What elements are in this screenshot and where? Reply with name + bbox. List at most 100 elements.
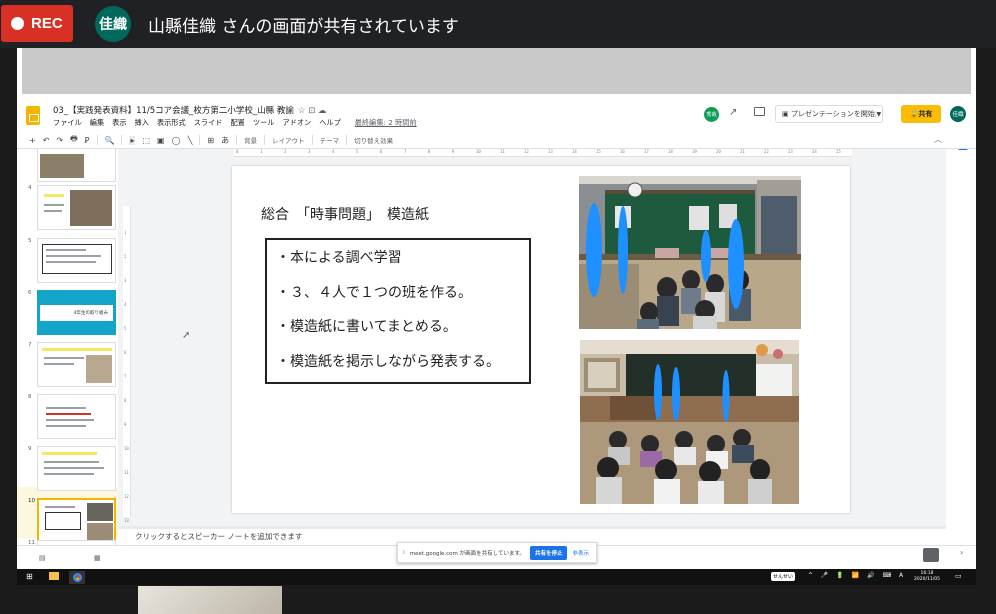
account-avatar[interactable]: 佳織: [950, 106, 966, 122]
ruler-tick: 5: [124, 326, 127, 331]
ruler-tick: 8: [428, 149, 431, 154]
slide-thumbnail[interactable]: 4年生の取り組み: [37, 290, 116, 335]
slide-thumbnail[interactable]: [37, 238, 116, 283]
bullet-item: ・本による調べ学習: [276, 250, 402, 266]
select-cursor-icon[interactable]: ▸: [129, 135, 136, 145]
windows-start-icon[interactable]: ⊞: [26, 572, 33, 581]
ruler-tick: 4: [332, 149, 335, 154]
background-button[interactable]: 背景: [244, 135, 257, 145]
hide-banner-button[interactable]: 非表示: [572, 549, 589, 557]
menu-format[interactable]: 表示形式: [157, 118, 186, 128]
censor-blob: [722, 370, 730, 422]
presenter-avatar: 佳織: [95, 6, 131, 42]
ruler-tick: 8: [124, 398, 127, 403]
ruler-tick: 11: [124, 470, 129, 475]
slide-number-selected: 10: [28, 498, 35, 504]
ruler-tick: 20: [716, 149, 721, 154]
slide-thumbnail[interactable]: [37, 394, 116, 439]
classroom-photo-2[interactable]: [580, 340, 799, 504]
bullet-item: ・模造紙を掲示しながら発表する。: [276, 353, 500, 370]
paint-format-icon[interactable]: Ꝑ: [85, 136, 90, 145]
menu-edit[interactable]: 編集: [90, 118, 104, 128]
slide-title[interactable]: 総合 「時事問題」 模造紙: [261, 204, 429, 224]
slide-thumbnail[interactable]: [37, 342, 116, 387]
ruler-tick: 1: [260, 149, 263, 154]
ruler-tick: 10: [476, 149, 481, 154]
document-title-text[interactable]: 03_【実践発表資料】11/5コア会議_枚方第二小学校_山縣 教諭: [53, 106, 294, 116]
menu-insert[interactable]: 挿入: [135, 118, 149, 128]
slide-thumbnail[interactable]: [37, 149, 116, 182]
drag-handle-icon[interactable]: ⁞: [403, 550, 405, 556]
redo-icon[interactable]: ↷: [56, 136, 63, 145]
menu-view[interactable]: 表示: [112, 118, 126, 128]
theme-button[interactable]: テーマ: [320, 135, 340, 145]
image-icon[interactable]: ▣: [157, 136, 165, 145]
grid-view-icon[interactable]: ▦: [94, 554, 101, 562]
document-title[interactable]: 03_【実践発表資料】11/5コア会議_枚方第二小学校_山縣 教諭 ☆ ⊡ ☁: [53, 104, 327, 116]
slide-thumbnail-selected[interactable]: [37, 498, 116, 543]
self-view-video[interactable]: [138, 586, 282, 614]
chrome-icon[interactable]: [69, 571, 85, 584]
horizontal-ruler[interactable]: 0 1 2 3 4 5 6 7 8 9 10 11 12 13 14 15 16 17 18 19 20 21 22 23 24…: [234, 149, 852, 157]
clock-date: 2020/11/05: [914, 577, 940, 582]
toolbar-divider: [311, 135, 313, 145]
menu-tools[interactable]: ツール: [253, 118, 275, 128]
system-tray-icons[interactable]: ^ 🎤 🔋 📶 🔊 ⌨ A: [808, 572, 906, 579]
slide-thumbnail[interactable]: [37, 446, 116, 491]
shape-icon[interactable]: ◯: [172, 136, 181, 145]
share-button[interactable]: 🔒 共有: [901, 105, 941, 123]
censor-blob: [728, 219, 744, 309]
last-edit-link[interactable]: 最終編集: 2 時間前: [355, 118, 417, 128]
collaborator-avatar[interactable]: 秀哉: [704, 107, 719, 122]
share-label: 共有: [918, 110, 933, 118]
editor-toolbar: + ↶ ↷ 🖶 Ꝑ 🔍 ▸ ⬚ ▣ ◯ ╲ ⊞ あ 背景 レイアウト テーマ 切…: [17, 132, 976, 149]
line-icon[interactable]: ╲: [188, 136, 193, 145]
explore-icon[interactable]: [923, 548, 939, 562]
toolbar-divider: [199, 135, 201, 145]
transition-button[interactable]: 切り替え効果: [354, 135, 393, 145]
chevron-down-icon[interactable]: ▼: [874, 110, 882, 118]
slides-logo-icon[interactable]: [26, 106, 40, 125]
speaker-notes-placeholder[interactable]: クリックするとスピーカー ノートを追加できます: [135, 531, 302, 542]
star-folder-cloud-icons[interactable]: ☆ ⊡ ☁: [298, 106, 327, 116]
ime-badge[interactable]: せんせい: [771, 572, 796, 581]
notification-icon[interactable]: ▭: [955, 572, 962, 580]
taskbar-clock[interactable]: 16:18 2020/11/05: [914, 571, 940, 583]
zoom-icon[interactable]: 🔍: [105, 136, 115, 145]
classroom-photo-1[interactable]: [579, 176, 801, 329]
side-panel-chevron-icon[interactable]: ›: [960, 548, 963, 557]
vertical-ruler[interactable]: 1 2 3 4 5 6 7 8 9 10 11 12 13: [123, 206, 131, 523]
ruler-tick: 16: [620, 149, 625, 154]
present-button[interactable]: ▣ プレゼンテーションを開始 ▼: [775, 105, 883, 123]
slide-thumbnail[interactable]: [37, 185, 116, 230]
ruler-tick: 2: [284, 149, 287, 154]
menu-slide[interactable]: スライド: [194, 118, 223, 128]
collapse-toolbar-icon[interactable]: ︿: [934, 134, 942, 145]
comment-add-icon[interactable]: ⊞: [207, 136, 214, 145]
text-box-icon[interactable]: ⬚: [142, 136, 150, 145]
menu-addons[interactable]: アドオン: [282, 118, 311, 128]
activity-trend-icon[interactable]: ↗: [729, 107, 737, 118]
comment-history-icon[interactable]: [754, 107, 765, 116]
toolbar-divider: [96, 135, 98, 145]
bullet-item: ・模造紙に書いてまとめる。: [276, 319, 457, 335]
input-tools-icon[interactable]: あ: [221, 135, 229, 146]
menu-arrange[interactable]: 配置: [230, 118, 244, 128]
thumbnail-photo: [87, 523, 113, 541]
new-slide-icon[interactable]: +: [29, 136, 36, 145]
layout-button[interactable]: レイアウト: [272, 135, 305, 145]
filmstrip-view-icon[interactable]: ▤: [39, 554, 46, 562]
slide-number: 6: [28, 290, 32, 296]
print-icon[interactable]: 🖶: [70, 133, 78, 147]
shared-screen: 03_【実践発表資料】11/5コア会議_枚方第二小学校_山縣 教諭 ☆ ⊡ ☁ フ…: [17, 48, 976, 569]
stop-sharing-button[interactable]: 共有を停止: [529, 545, 568, 560]
undo-icon[interactable]: ↶: [43, 136, 50, 145]
file-explorer-icon[interactable]: [49, 572, 59, 580]
thumbnail-photo: [86, 355, 112, 383]
menu-help[interactable]: ヘルプ: [319, 118, 341, 128]
bullet-text-box[interactable]: ・本による調べ学習 ・３、４人で１つの班を作る。 ・模造紙に書いてまとめる。 ・…: [265, 238, 531, 384]
lock-icon: 🔒: [909, 110, 919, 118]
menu-file[interactable]: ファイル: [53, 118, 82, 128]
sharing-message: meet.google.com が画面を共有しています。: [409, 550, 525, 557]
ruler-tick: 4: [124, 302, 127, 307]
